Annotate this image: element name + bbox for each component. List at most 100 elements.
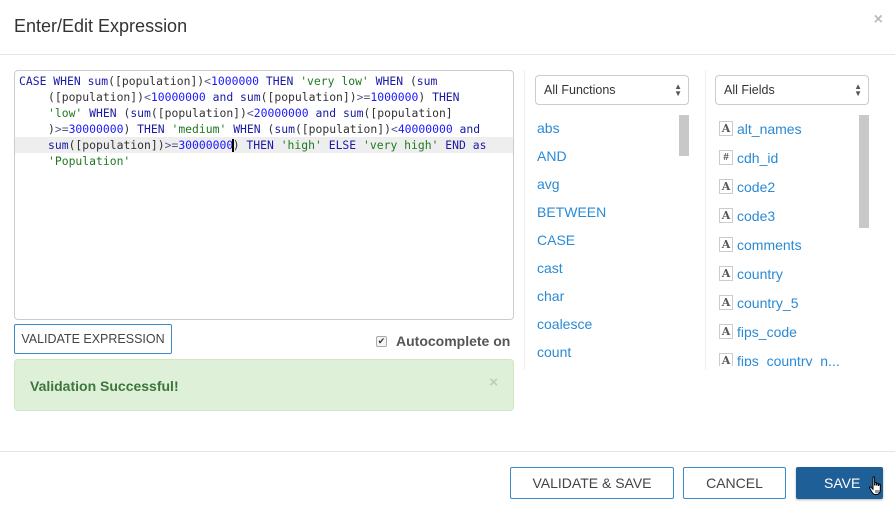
fields-filter-value: All Fields	[724, 83, 775, 97]
field-item[interactable]: Acomments	[719, 230, 859, 259]
field-item[interactable]: Afips_code	[719, 317, 859, 346]
code-line[interactable]: ([population])<10000000 and sum([populat…	[15, 89, 513, 105]
autocomplete-toggle[interactable]: ✔ Autocomplete on	[376, 333, 510, 349]
footer-divider	[0, 451, 895, 452]
field-item[interactable]: Afips_country_n...	[719, 346, 859, 366]
code-token: ([population])	[108, 74, 205, 88]
code-token: 'high'	[280, 138, 322, 152]
code-token: sum	[274, 122, 295, 136]
code-token: 'medium'	[171, 122, 227, 136]
validation-alert: Validation Successful! ×	[14, 359, 514, 411]
code-line[interactable]: 'low' WHEN (sum([population])<20000000 a…	[15, 105, 513, 121]
code-line[interactable]: 'Population'	[15, 153, 513, 169]
code-token: ELSE	[321, 138, 364, 152]
number-type-icon: #	[719, 150, 733, 165]
code-token: ([population])	[260, 90, 357, 104]
code-token: END as	[438, 138, 487, 152]
autocomplete-checkbox[interactable]: ✔	[376, 335, 387, 347]
function-item[interactable]: char	[537, 282, 687, 310]
functions-scrollbar[interactable]	[679, 115, 689, 156]
code-token: and	[452, 122, 481, 136]
code-token: THEN	[239, 138, 281, 152]
code-token: sum	[48, 138, 69, 152]
code-token: CASE WHEN	[19, 74, 88, 88]
code-token: 'very low'	[300, 74, 369, 88]
text-type-icon: A	[719, 295, 733, 310]
text-type-icon: A	[719, 324, 733, 339]
field-name: fips_country_n...	[737, 352, 840, 367]
code-token: 40000000	[397, 122, 453, 136]
code-token: THEN	[130, 122, 172, 136]
code-line[interactable]: )>=30000000) THEN 'medium' WHEN (sum([po…	[15, 121, 513, 137]
field-name: country_5	[737, 294, 799, 311]
function-item[interactable]: coalesce	[537, 310, 687, 338]
field-item[interactable]: # cdh_id	[719, 143, 859, 172]
fields-filter-select[interactable]: All Fields ▲ ▼	[715, 75, 869, 105]
code-token: 30000000	[68, 122, 124, 136]
fields-scrollbar[interactable]	[859, 115, 869, 228]
field-item[interactable]: Acountry_5	[719, 288, 859, 317]
code-token: >=	[164, 138, 179, 152]
code-token: WHEN	[368, 74, 410, 88]
column-divider	[705, 70, 706, 370]
function-item[interactable]: BETWEEN	[537, 198, 687, 226]
text-type-icon: A	[719, 179, 733, 194]
validate-and-save-button[interactable]: VALIDATE & SAVE	[510, 467, 674, 499]
code-token: ([population]	[363, 106, 453, 120]
field-name: cdh_id	[737, 149, 779, 166]
field-item[interactable]: Acode3	[719, 201, 859, 230]
code-line[interactable]: CASE WHEN sum([population])<1000000 THEN…	[15, 73, 513, 89]
autocomplete-label: Autocomplete on	[396, 333, 511, 349]
function-item[interactable]: count	[537, 338, 687, 364]
expression-editor[interactable]: CASE WHEN sum([population])<1000000 THEN…	[14, 70, 514, 320]
function-item[interactable]: cast	[537, 254, 687, 282]
code-token: 10000000	[150, 90, 206, 104]
fields-list: Aalt_names # cdh_id Acode2 Acode3 Acomments Ac…	[719, 114, 859, 366]
field-name: comments	[737, 236, 802, 253]
field-name: country	[737, 265, 783, 282]
code-token: >=	[356, 90, 371, 104]
code-token: sum	[342, 106, 364, 120]
code-token: 'very high'	[363, 138, 439, 152]
field-item[interactable]: Acountry	[719, 259, 859, 288]
field-name: code3	[737, 207, 776, 224]
code-token: sum	[87, 74, 109, 88]
code-token: ([population])	[150, 106, 247, 120]
code-token: ([population])	[68, 138, 165, 152]
dialog-title: Enter/Edit Expression	[14, 16, 188, 36]
function-item[interactable]: CASE	[537, 226, 687, 254]
code-token: )	[232, 138, 240, 152]
hand-cursor-icon	[868, 476, 881, 495]
dialog-header: Enter/Edit Expression ×	[0, 0, 895, 55]
code-token: THEN	[425, 90, 460, 104]
code-token: sum	[130, 106, 151, 120]
code-token: )	[48, 122, 55, 136]
code-token: sum	[240, 90, 261, 104]
functions-filter-select[interactable]: All Functions ▲ ▼	[535, 75, 689, 105]
code-token: and	[205, 90, 241, 104]
validate-expression-button[interactable]: VALIDATE EXPRESSION	[14, 324, 172, 354]
field-item[interactable]: Aalt_names	[719, 114, 859, 143]
alert-close-icon[interactable]: ×	[489, 374, 498, 391]
function-item[interactable]: AND	[537, 142, 687, 170]
text-type-icon: A	[719, 353, 733, 366]
field-item[interactable]: Acode2	[719, 172, 859, 201]
code-token: (	[409, 74, 417, 88]
code-token: <	[390, 122, 398, 136]
function-item[interactable]: abs	[537, 114, 687, 142]
close-icon[interactable]: ×	[874, 12, 883, 28]
field-name: code2	[737, 178, 776, 195]
code-token: THEN	[259, 74, 301, 88]
select-arrows-icon: ▲ ▼	[674, 82, 682, 98]
code-token: 'Population'	[48, 154, 131, 168]
text-type-icon: A	[719, 237, 733, 252]
code-token: 1000000	[370, 90, 419, 104]
code-token: <	[204, 74, 212, 88]
code-line[interactable]: sum([population])>=30000000) THEN 'high'…	[15, 137, 513, 153]
code-token: and	[308, 106, 343, 120]
column-divider	[524, 70, 525, 370]
code-token: WHEN	[226, 122, 268, 136]
cancel-button[interactable]: CANCEL	[683, 467, 786, 499]
text-type-icon: A	[719, 208, 733, 223]
function-item[interactable]: avg	[537, 170, 687, 198]
